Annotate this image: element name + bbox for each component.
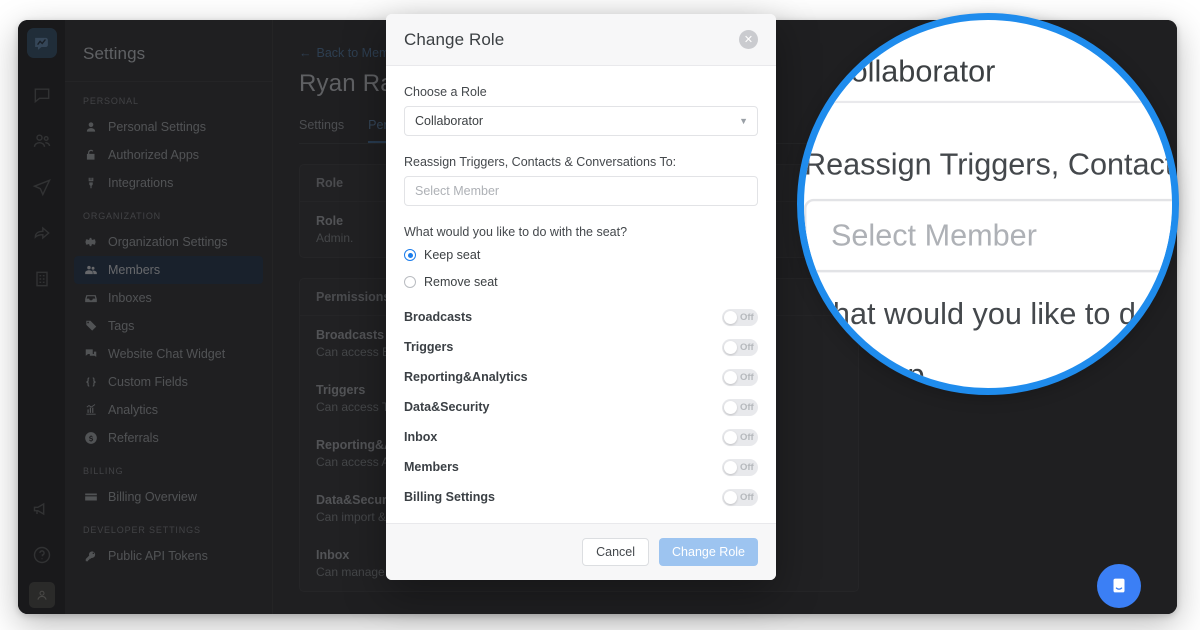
modal-body: Choose a Role Collaborator ▼ Reassign Tr… [386,66,776,523]
permission-toggle-label: Broadcasts [404,310,473,324]
reassign-label: Reassign Triggers, Contacts & Conversati… [404,155,677,169]
magnified-role-select[interactable]: Collaborator [804,39,1172,104]
permission-toggle-label: Reporting&Analytics [404,370,528,384]
toggle-knob [724,430,737,444]
toggle-knob [724,370,737,384]
permission-toggle-switch[interactable]: Off [722,368,758,386]
permission-toggle-row: Billing Settings Off [404,482,758,512]
radio-icon-unselected [404,276,416,288]
modal-footer: Cancel Change Role [386,523,776,580]
permission-toggle-switch[interactable]: Off [722,428,758,446]
magnified-reassign-input[interactable]: Select Member [804,198,1172,273]
magnifier-lens: Collaborator Reassign Triggers, Contacts… [797,13,1179,395]
toggle-state-label: Off [740,371,754,383]
reassign-placeholder: Select Member [415,184,500,198]
toggle-state-label: Off [740,491,754,503]
permission-toggle-switch[interactable]: Off [722,458,758,476]
toggle-knob [724,490,737,504]
permission-toggle-label: Billing Settings [404,490,495,504]
choose-role-label: Choose a Role [404,85,487,99]
toggle-state-label: Off [740,311,754,323]
permission-toggle-row: Members Off [404,452,758,482]
permission-toggle-label: Inbox [404,430,438,444]
permission-toggle-row: Triggers Off [404,332,758,362]
magnified-reassign-placeholder: Select Member [830,218,1037,253]
radio-icon-selected [404,249,416,261]
toggle-state-label: Off [740,341,754,353]
permission-toggle-row: Reporting&Analytics Off [404,362,758,392]
intercom-chat-icon[interactable] [1097,564,1141,608]
permission-toggle-switch[interactable]: Off [722,308,758,326]
permission-toggle-label: Data&Security [404,400,490,414]
chevron-down-icon: ▼ [739,116,748,126]
permission-toggle-row: Data&Security Off [404,392,758,422]
radio-keep-seat-label: Keep seat [424,248,481,262]
cancel-button[interactable]: Cancel [582,538,650,566]
modal-title: Change Role [404,29,505,49]
permission-toggle-switch[interactable]: Off [722,488,758,506]
change-role-button[interactable]: Change Role [659,538,758,566]
change-role-modal: Change Role ✕ Choose a Role Collaborator… [386,14,776,580]
magnified-role-value: Collaborator [828,53,996,88]
permission-toggle-row: Broadcasts Off [404,302,758,332]
radio-remove-seat-label: Remove seat [424,275,498,289]
permission-toggle-switch[interactable]: Off [722,398,758,416]
magnifier-content: Collaborator Reassign Triggers, Contacts… [804,20,1179,388]
toggle-state-label: Off [740,431,754,443]
modal-header: Change Role ✕ [386,14,776,66]
permission-toggle-switch[interactable]: Off [722,338,758,356]
toggle-knob [724,340,737,354]
toggle-state-label: Off [740,461,754,473]
permission-toggle-label: Triggers [404,340,454,354]
permission-toggle-row: Inbox Off [404,422,758,452]
toggle-knob [724,460,737,474]
role-select-value: Collaborator [415,114,484,128]
permission-toggle-label: Members [404,460,459,474]
close-icon[interactable]: ✕ [739,30,758,49]
toggle-knob [724,310,737,324]
magnified-seat-question: What would you like to do with the seat? [804,296,1172,332]
seat-question: What would you like to do with the seat? [404,225,628,239]
radio-remove-seat[interactable]: Remove seat [404,275,758,289]
toggle-knob [724,400,737,414]
reassign-member-input[interactable]: Select Member [404,176,758,206]
role-select[interactable]: Collaborator ▼ [404,106,758,136]
toggle-state-label: Off [740,401,754,413]
magnified-reassign-label: Reassign Triggers, Contacts & Conversati… [804,147,1179,182]
radio-keep-seat[interactable]: Keep seat [404,248,758,262]
modal-permission-list: Broadcasts Off Triggers Off Reporting&Analyt… [404,302,758,512]
screenshot-stage: Settings PERSONALPersonal SettingsAuthor… [0,0,1200,630]
